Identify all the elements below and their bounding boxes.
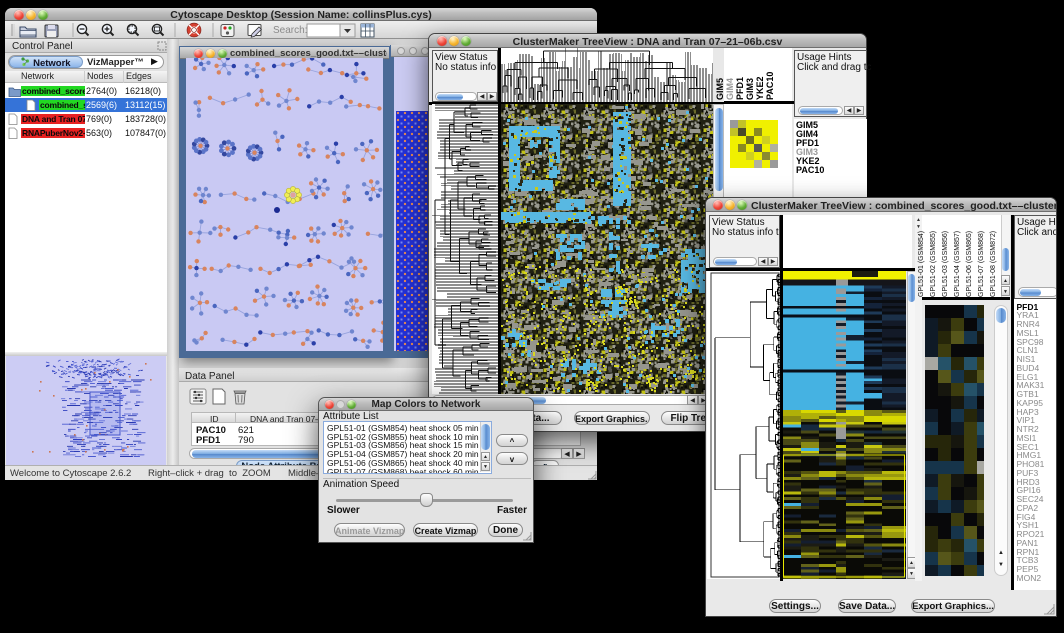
svg-text:Search:: Search: bbox=[273, 25, 307, 36]
